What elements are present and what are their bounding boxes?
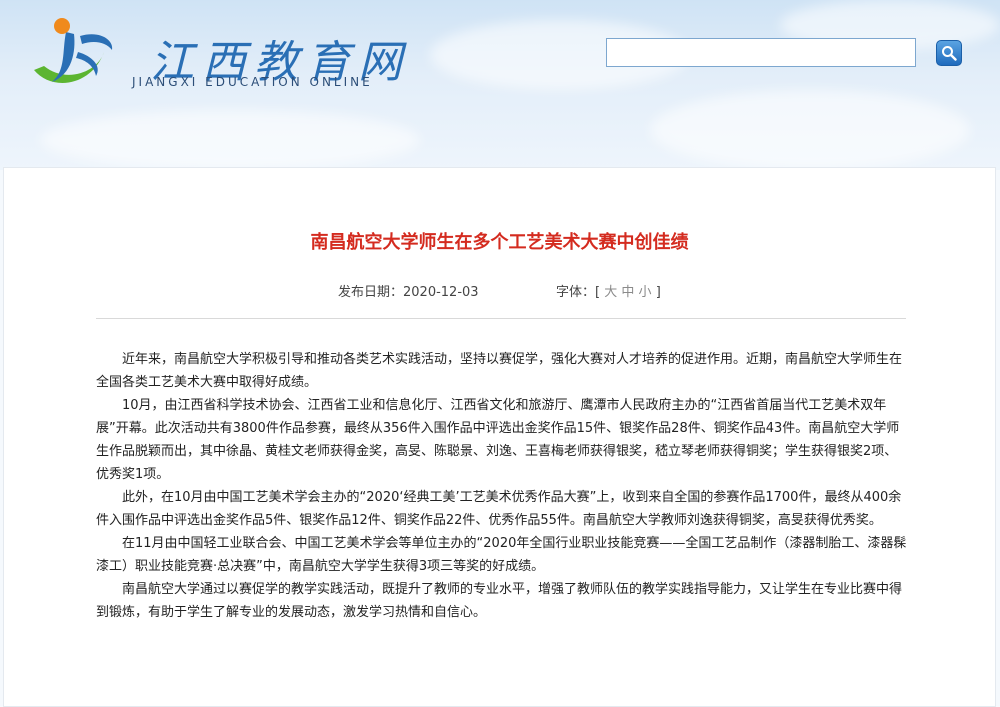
publish-date: 发布日期：2020-12-03 <box>338 285 479 300</box>
cloud-decoration <box>650 90 970 170</box>
font-size-large-link[interactable]: 大 <box>604 285 617 300</box>
search-icon <box>942 46 957 61</box>
font-size-medium-link[interactable]: 中 <box>621 285 634 300</box>
article-title: 南昌航空大学师生在多个工艺美术大赛中创佳绩 <box>310 232 689 253</box>
font-size-small-link[interactable]: 小 <box>639 285 652 300</box>
article-body: 近年来，南昌航空大学积极引导和推动各类艺术实践活动，坚持以赛促学，强化大赛对人才… <box>96 348 908 624</box>
article-paragraph: 近年来，南昌航空大学积极引导和推动各类艺术实践活动，坚持以赛促学，强化大赛对人才… <box>96 352 903 390</box>
article-paragraph: 在11月由中国轻工业联合会、中国工艺美术学会等单位主办的“2020年全国行业职业… <box>96 536 907 574</box>
cloud-decoration <box>40 110 420 170</box>
font-size-bracket-close: ] <box>655 285 661 300</box>
site-header: 江西教育网 JIANGXI EDUCATION ONLINE <box>0 0 1000 170</box>
font-size-control: 字体：[ 大 中 小 ] <box>556 281 661 300</box>
article-paragraph: 此外，在10月由中国工艺美术学会主办的“2020‘经典工美’工艺美术优秀作品大赛… <box>96 490 902 528</box>
search-input[interactable] <box>606 38 916 67</box>
font-size-label: 字体： <box>556 285 596 300</box>
article-container: 南昌航空大学师生在多个工艺美术大赛中创佳绩 发布日期：2020-12-03 字体… <box>3 167 996 707</box>
title-divider <box>96 318 906 319</box>
search-button[interactable] <box>936 40 962 66</box>
jx-logo-icon <box>34 18 113 83</box>
font-size-bracket-open: [ <box>595 285 601 300</box>
article-paragraph: 10月，由江西省科学技术协会、江西省工业和信息化厅、江西省文化和旅游厅、鹰潭市人… <box>96 398 900 482</box>
article-paragraph: 南昌航空大学通过以赛促学的教学实践活动，既提升了教师的专业水平，增强了教师队伍的… <box>96 582 903 620</box>
site-logo[interactable]: 江西教育网 JIANGXI EDUCATION ONLINE <box>22 12 402 102</box>
logo-english-text: JIANGXI EDUCATION ONLINE <box>132 75 373 89</box>
